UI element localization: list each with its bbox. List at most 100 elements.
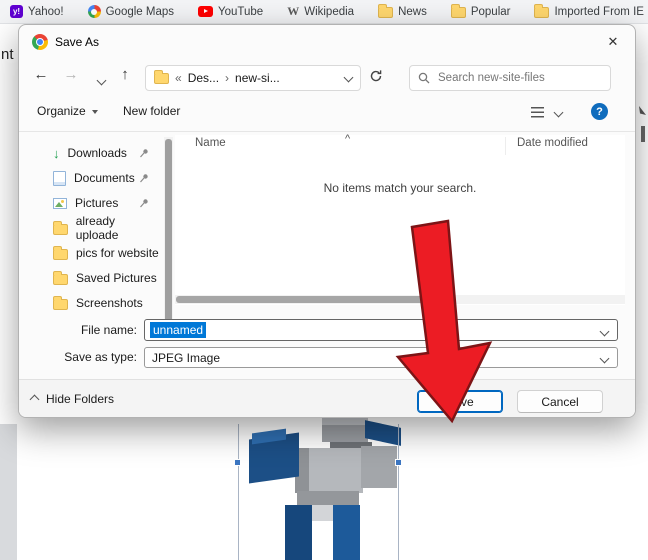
sidebar-item-label: Documents (74, 171, 135, 185)
help-button[interactable]: ? (591, 103, 608, 120)
bookmark-google-maps[interactable]: Google Maps (88, 5, 174, 18)
chevron-down-icon[interactable] (600, 327, 610, 337)
dialog-title: Save As (55, 35, 99, 49)
recent-locations-button[interactable] (89, 71, 113, 88)
help-icon: ? (591, 103, 608, 120)
bookmark-wikipedia[interactable]: W Wikipedia (287, 5, 354, 18)
folder-icon (154, 73, 169, 84)
bookmark-label: Yahoo! (28, 6, 64, 18)
divider (19, 131, 635, 132)
refresh-button[interactable] (369, 69, 383, 86)
organize-label: Organize (37, 104, 86, 118)
view-mode-button[interactable] (531, 107, 544, 118)
organize-button[interactable]: Organize (37, 104, 98, 118)
annotation-arrow (380, 210, 510, 430)
folder-icon (378, 7, 393, 18)
bookmark-youtube[interactable]: YouTube (198, 6, 263, 18)
robot-part (312, 505, 333, 521)
selection-handle[interactable] (234, 459, 241, 466)
page-left-image-strip (0, 424, 17, 560)
page-text-fragment: nt (1, 46, 14, 63)
robot-part (322, 418, 368, 425)
forward-icon: → (64, 66, 79, 83)
sidebar-item-label: Saved Pictures (76, 271, 157, 285)
bookmarks-bar: y! Yahoo! Google Maps YouTube W Wikipedi… (0, 0, 648, 24)
list-view-icon (531, 107, 544, 118)
folder-icon (53, 249, 68, 260)
save-as-type-label: Save as type: (27, 350, 137, 364)
column-header-name[interactable]: Name (195, 137, 226, 149)
bookmark-yahoo[interactable]: y! Yahoo! (10, 5, 64, 18)
empty-message: No items match your search. (175, 181, 625, 195)
close-icon: ✕ (608, 34, 619, 50)
new-folder-button[interactable]: New folder (123, 104, 180, 118)
view-mode-dropdown[interactable] (555, 109, 562, 116)
youtube-icon (198, 6, 213, 17)
google-icon (88, 5, 101, 18)
breadcrumb-segment[interactable]: Des... (188, 71, 219, 85)
folder-icon (534, 7, 549, 18)
search-box[interactable] (409, 65, 611, 91)
bookmark-folder-imported[interactable]: Imported From IE (534, 5, 643, 18)
sidebar-item-documents[interactable]: Documents (25, 166, 159, 190)
documents-icon (53, 171, 66, 186)
chevron-up-icon (30, 394, 40, 404)
sidebar-item-label: Pictures (75, 196, 118, 210)
chevron-down-icon (554, 108, 564, 118)
robot-part (361, 446, 397, 488)
hide-folders-button[interactable]: Hide Folders (31, 392, 114, 406)
downloads-icon: ↓ (53, 146, 60, 161)
bookmark-label: Google Maps (106, 6, 174, 18)
cancel-button[interactable]: Cancel (517, 390, 603, 413)
folder-icon (53, 224, 68, 235)
sidebar-item-screenshots[interactable]: Screenshots (25, 291, 159, 315)
pin-icon (139, 148, 149, 158)
bookmark-label: Imported From IE (554, 6, 643, 18)
new-folder-label: New folder (123, 104, 180, 118)
file-name-label: File name: (27, 323, 137, 337)
breadcrumb-overflow[interactable]: « (175, 71, 182, 85)
folder-icon (53, 299, 68, 310)
chevron-down-icon[interactable] (344, 72, 354, 82)
selection-handle[interactable] (395, 459, 402, 466)
chrome-icon (32, 34, 48, 50)
sidebar-item-label: pics for website (76, 246, 159, 260)
pin-icon (139, 173, 149, 183)
forward-button[interactable]: → (59, 66, 83, 83)
sidebar-item-saved-pictures[interactable]: Saved Pictures (25, 266, 159, 290)
sidebar-item-label: already uploade (76, 214, 159, 242)
back-icon: ← (34, 66, 49, 83)
folder-icon (451, 7, 466, 18)
dropdown-arrow-icon (92, 110, 98, 117)
vertical-scrollbar-thumb[interactable] (165, 139, 172, 329)
screen: y! Yahoo! Google Maps YouTube W Wikipedi… (0, 0, 648, 560)
column-header-date-modified[interactable]: Date modified (517, 137, 588, 149)
selection-edge (398, 424, 399, 560)
sidebar-item-pics-for-website[interactable]: pics for website (25, 241, 159, 265)
sidebar-item-pictures[interactable]: Pictures (25, 191, 159, 215)
command-bar: Organize New folder ? (19, 99, 635, 127)
sidebar-item-downloads[interactable]: ↓ Downloads (25, 141, 159, 165)
chevron-down-icon[interactable] (600, 354, 610, 364)
pictures-icon (53, 198, 67, 209)
close-button[interactable]: ✕ (591, 25, 635, 59)
sidebar-item-label: Downloads (68, 146, 127, 160)
vertical-scrollbar[interactable] (164, 137, 173, 333)
robot-part (333, 505, 360, 560)
breadcrumb-segment[interactable]: new-si... (235, 71, 280, 85)
address-bar[interactable]: « Des... › new-si... (145, 65, 361, 91)
chevron-down-icon (96, 76, 106, 86)
bookmark-label: Popular (471, 6, 511, 18)
back-button[interactable]: ← (29, 66, 53, 83)
search-input[interactable] (436, 71, 602, 85)
sidebar-item-already-uploade[interactable]: already uploade (25, 216, 159, 240)
bookmark-folder-news[interactable]: News (378, 5, 427, 18)
dialog-title-bar[interactable]: Save As ✕ (19, 25, 635, 59)
bookmark-label: YouTube (218, 6, 263, 18)
breadcrumb-separator: › (225, 71, 229, 85)
up-button[interactable]: ↑ (113, 66, 137, 83)
sidebar-item-label: Screenshots (76, 296, 143, 310)
bookmark-folder-popular[interactable]: Popular (451, 5, 511, 18)
column-separator (505, 137, 506, 155)
bookmark-label: Wikipedia (304, 6, 354, 18)
